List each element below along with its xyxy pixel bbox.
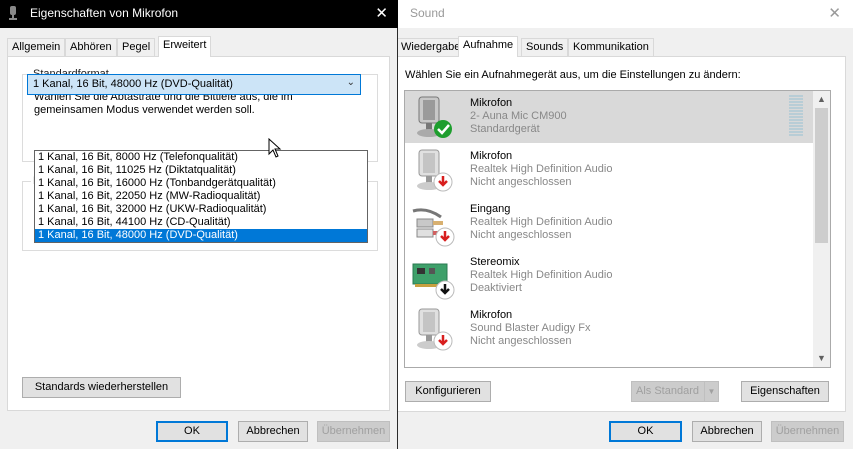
scroll-down-icon[interactable]: ▼ [813,350,830,367]
chevron-down-icon[interactable]: ▼ [704,382,718,401]
format-select-value: 1 Kanal, 16 Bit, 48000 Hz (DVD-Qualität) [33,78,233,90]
sound-titlebar[interactable]: Sound ✕ [396,0,853,28]
device-name: Mikrofon [470,150,513,162]
apply-button[interactable]: Übernehmen [317,421,390,442]
ok-button[interactable]: OK [156,421,228,442]
properties-window-title: Eigenschaften von Mikrofon [30,6,179,20]
unplugged-badge-icon [433,172,453,192]
device-driver: Realtek High Definition Audio [470,163,613,175]
cancel-button[interactable]: Abbrechen [692,421,762,442]
ok-button[interactable]: OK [609,421,682,442]
device-status: Standardgerät [470,123,540,135]
device-status: Nicht angeschlossen [470,229,572,241]
dropdown-option[interactable]: 1 Kanal, 16 Bit, 32000 Hz (UKW-Radioqual… [35,203,367,216]
disabled-badge-icon [435,280,455,300]
level-meter [789,95,803,137]
dropdown-option-selected[interactable]: 1 Kanal, 16 Bit, 48000 Hz (DVD-Qualität) [35,229,367,242]
dropdown-option[interactable]: 1 Kanal, 16 Bit, 22050 Hz (MW-Radioquali… [35,190,367,203]
device-list[interactable]: Mikrofon 2- Auna Mic CM900 Standardgerät [404,90,831,368]
device-name: Mikrofon [470,97,513,109]
recording-hint: Wählen Sie ein Aufnahmegerät aus, um die… [405,69,741,81]
tab-allgemein[interactable]: Allgemein [7,38,66,56]
device-driver: 2- Auna Mic CM900 [470,110,567,122]
microphone-icon [417,308,453,351]
properties-button[interactable]: Eigenschaften [741,381,829,402]
configure-button[interactable]: Konfigurieren [405,381,491,402]
restore-defaults-button[interactable]: Standards wiederherstellen [22,377,181,398]
device-name: Stereomix [470,256,520,268]
device-name: Mikrofon [470,309,513,321]
tab-wiedergabe[interactable]: Wiedergabe [396,38,466,56]
format-dropdown-list[interactable]: 1 Kanal, 16 Bit, 8000 Hz (Telefonqualitä… [34,150,368,243]
properties-titlebar[interactable]: Eigenschaften von Mikrofon ✕ [0,0,398,28]
device-status: Deaktiviert [470,282,522,294]
sound-window: Sound ✕ Wiedergabe Aufnahme Sounds Kommu… [396,0,853,449]
cancel-button[interactable]: Abbrechen [238,421,308,442]
check-badge-icon [434,120,452,138]
device-item[interactable]: Mikrofon Realtek High Definition Audio N… [405,144,813,196]
dropdown-option[interactable]: 1 Kanal, 16 Bit, 44100 Hz (CD-Qualität) [35,216,367,229]
mouse-pointer-icon [268,138,282,158]
cable-jack-icon [412,208,455,247]
set-default-label: Als Standard [636,385,699,397]
tab-kommunikation[interactable]: Kommunikation [568,38,654,56]
sound-card-icon [412,263,455,300]
microphone-icon [9,6,17,20]
tab-aufnahme[interactable]: Aufnahme [458,36,519,57]
device-driver: Realtek High Definition Audio [470,216,613,228]
device-item[interactable]: Mikrofon Sound Blaster Audigy Fx Nicht a… [405,303,813,355]
close-icon[interactable]: ✕ [375,4,388,22]
microphone-icon [417,149,453,192]
dropdown-option[interactable]: 1 Kanal, 16 Bit, 11025 Hz (Diktatqualitä… [35,164,367,177]
tab-sounds[interactable]: Sounds [521,38,569,56]
device-driver: Sound Blaster Audigy Fx [470,322,591,334]
device-name: Eingang [470,203,511,215]
close-icon[interactable]: ✕ [828,4,841,22]
device-item[interactable]: Mikrofon 2- Auna Mic CM900 Standardgerät [405,91,813,143]
tab-erweitert[interactable]: Erweitert [158,36,212,57]
scroll-up-icon[interactable]: ▲ [813,91,830,108]
device-status: Nicht angeschlossen [470,335,572,347]
properties-window: Eigenschaften von Mikrofon ✕ Allgemein A… [0,0,398,449]
tab-abhoeren[interactable]: Abhören [65,38,117,56]
device-status: Nicht angeschlossen [470,176,572,188]
tab-pegel[interactable]: Pegel [117,38,156,56]
unplugged-badge-icon [435,227,455,247]
apply-button[interactable]: Übernehmen [771,421,844,442]
format-select[interactable]: 1 Kanal, 16 Bit, 48000 Hz (DVD-Qualität)… [27,74,361,95]
recording-panel: Wählen Sie ein Aufnahmegerät aus, um die… [396,56,846,412]
chevron-down-icon[interactable]: ⌄ [347,77,355,88]
unplugged-badge-icon [433,331,453,351]
device-driver: Realtek High Definition Audio [470,269,613,281]
device-list-scrollbar[interactable]: ▲ ▼ [813,91,830,367]
device-item[interactable]: Eingang Realtek High Definition Audio Ni… [405,197,813,249]
set-default-button[interactable]: Als Standard ▼ [631,381,719,402]
dropdown-option[interactable]: 1 Kanal, 16 Bit, 16000 Hz (Tonbandgerätq… [35,177,367,190]
sound-window-title: Sound [410,6,445,20]
microphone-icon [417,96,452,138]
dropdown-option[interactable]: 1 Kanal, 16 Bit, 8000 Hz (Telefonqualitä… [35,151,367,164]
scroll-thumb[interactable] [815,108,828,243]
device-item[interactable]: Stereomix Realtek High Definition Audio … [405,250,813,302]
